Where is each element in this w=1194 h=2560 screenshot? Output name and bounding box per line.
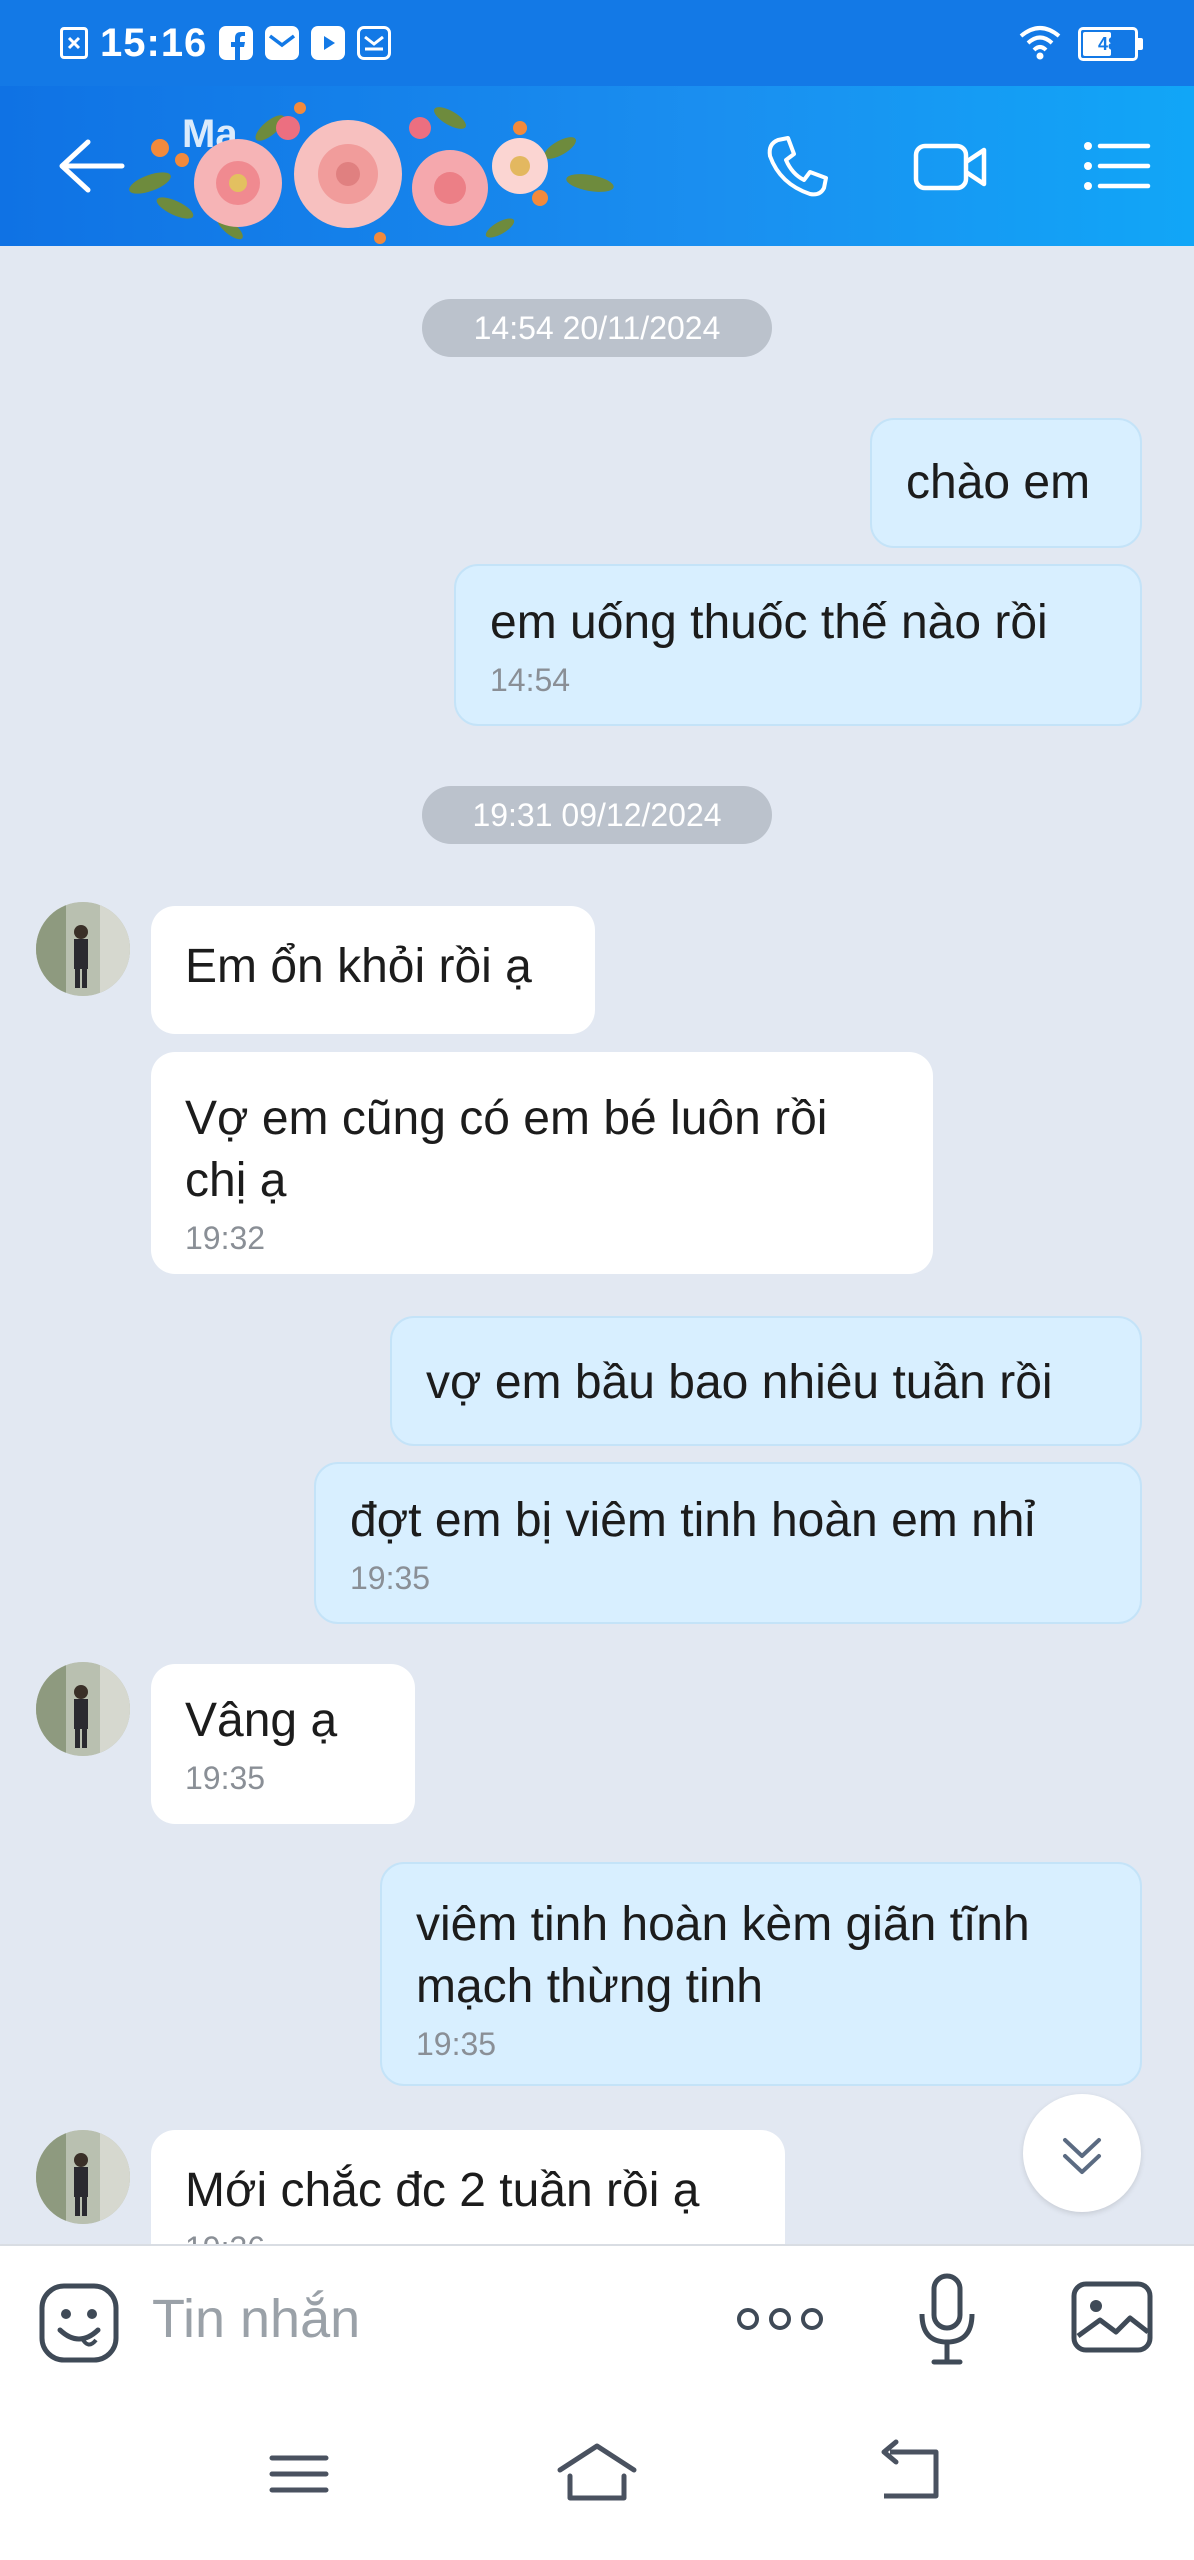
microphone-icon (919, 2273, 975, 2365)
status-time: 15:16 (100, 20, 208, 65)
more-options-button[interactable] (730, 2294, 830, 2344)
message-text-line: mạch thừng tinh (416, 1960, 763, 2013)
message-composer (0, 2244, 1194, 2390)
battery-indicator: 48 (1078, 27, 1143, 61)
message-time: 14:54 (490, 662, 571, 698)
message-bubble-incoming[interactable]: Vâng ạ 19:35 (151, 1664, 415, 1824)
message-text: Em ổn khỏi rồi ạ (185, 940, 532, 993)
call-button[interactable] (758, 126, 838, 206)
battery-level: 48 (1097, 33, 1119, 54)
home-icon (557, 2443, 637, 2501)
message-time: 19:35 (416, 2026, 497, 2062)
message-bubble-outgoing[interactable]: viêm tinh hoàn kèm giãn tĩnh mạch thừng … (380, 1862, 1142, 2086)
message-text: Vâng ạ (185, 1694, 338, 1747)
date-separator: 14:54 20/11/2024 (422, 299, 772, 357)
message-list[interactable]: 14:54 20/11/2024 chào em em uống thuốc t… (0, 246, 1194, 2244)
message-bubble-outgoing[interactable]: đợt em bị viêm tinh hoàn em nhỉ 19:35 (314, 1462, 1142, 1624)
status-bar: 15:16 48 (0, 0, 1194, 86)
chevron-double-down-icon (1063, 2138, 1101, 2174)
send-image-button[interactable] (1070, 2278, 1154, 2358)
message-text-line: viêm tinh hoàn kèm giãn tĩnh (416, 1898, 1030, 1951)
emoji-button[interactable] (38, 2282, 120, 2364)
video-call-button[interactable] (910, 126, 990, 206)
more-dots-icon (737, 2308, 823, 2330)
list-menu-icon (1084, 142, 1151, 190)
message-time: 19:32 (185, 1220, 266, 1256)
sim-icon (60, 27, 88, 59)
image-icon (1071, 2281, 1153, 2353)
voice-message-button[interactable] (912, 2270, 982, 2370)
message-time: 19:35 (350, 1560, 431, 1596)
message-text: chào em (906, 456, 1091, 509)
wifi-icon (1018, 24, 1062, 65)
facebook-icon (219, 26, 254, 60)
avatar[interactable] (36, 2130, 130, 2224)
message-text: vợ em bầu bao nhiêu tuần rồi (426, 1356, 1053, 1409)
date-separator: 19:31 09/12/2024 (422, 786, 772, 844)
back-nav-button[interactable] (866, 2434, 956, 2514)
arrow-left-icon (59, 139, 125, 193)
message-text: em uống thuốc thế nào rồi (490, 596, 1048, 649)
avatar[interactable] (36, 1662, 130, 1756)
message-bubble-outgoing[interactable]: em uống thuốc thế nào rồi 14:54 (454, 564, 1142, 726)
message-time: 19:35 (185, 1760, 266, 1796)
message-text-line: chị ạ (185, 1154, 287, 1207)
video-camera-icon (913, 143, 987, 191)
back-button[interactable] (52, 134, 128, 198)
back-nav-icon (881, 2439, 939, 2499)
scroll-to-bottom-button[interactable] (1023, 2094, 1141, 2212)
message-text: Mới chắc đc 2 tuần rồi ạ (185, 2164, 700, 2217)
message-bubble-incoming[interactable]: Em ổn khỏi rồi ạ (151, 906, 595, 1034)
inbox-icon (357, 26, 392, 60)
message-bubble-outgoing[interactable]: chào em (870, 418, 1142, 548)
message-bubble-incoming[interactable]: Vợ em cũng có em bé luôn rồi chị ạ 19:32 (151, 1052, 933, 1274)
options-menu-button[interactable] (1076, 126, 1156, 206)
flower-decoration (129, 102, 614, 244)
message-input[interactable] (150, 2276, 694, 2362)
mail-icon (265, 26, 300, 60)
phone-icon (767, 136, 828, 197)
message-text-line: Vợ em cũng có em bé luôn rồi (185, 1092, 828, 1145)
menu-lines-icon (269, 2455, 329, 2493)
message-bubble-outgoing[interactable]: vợ em bầu bao nhiêu tuần rồi (390, 1316, 1142, 1446)
message-text: đợt em bị viêm tinh hoàn em nhỉ (350, 1494, 1036, 1547)
message-bubble-incoming[interactable]: Mới chắc đc 2 tuần rồi ạ 19:36 (151, 2130, 785, 2244)
message-time: 19:36 (185, 2228, 751, 2244)
chat-header: Ma (0, 86, 1194, 246)
system-navigation-bar (0, 2388, 1194, 2560)
emoji-icon (39, 2283, 119, 2363)
recent-apps-button[interactable] (254, 2434, 344, 2514)
home-button[interactable] (552, 2434, 642, 2514)
youtube-icon (311, 26, 346, 60)
avatar[interactable] (36, 902, 130, 996)
